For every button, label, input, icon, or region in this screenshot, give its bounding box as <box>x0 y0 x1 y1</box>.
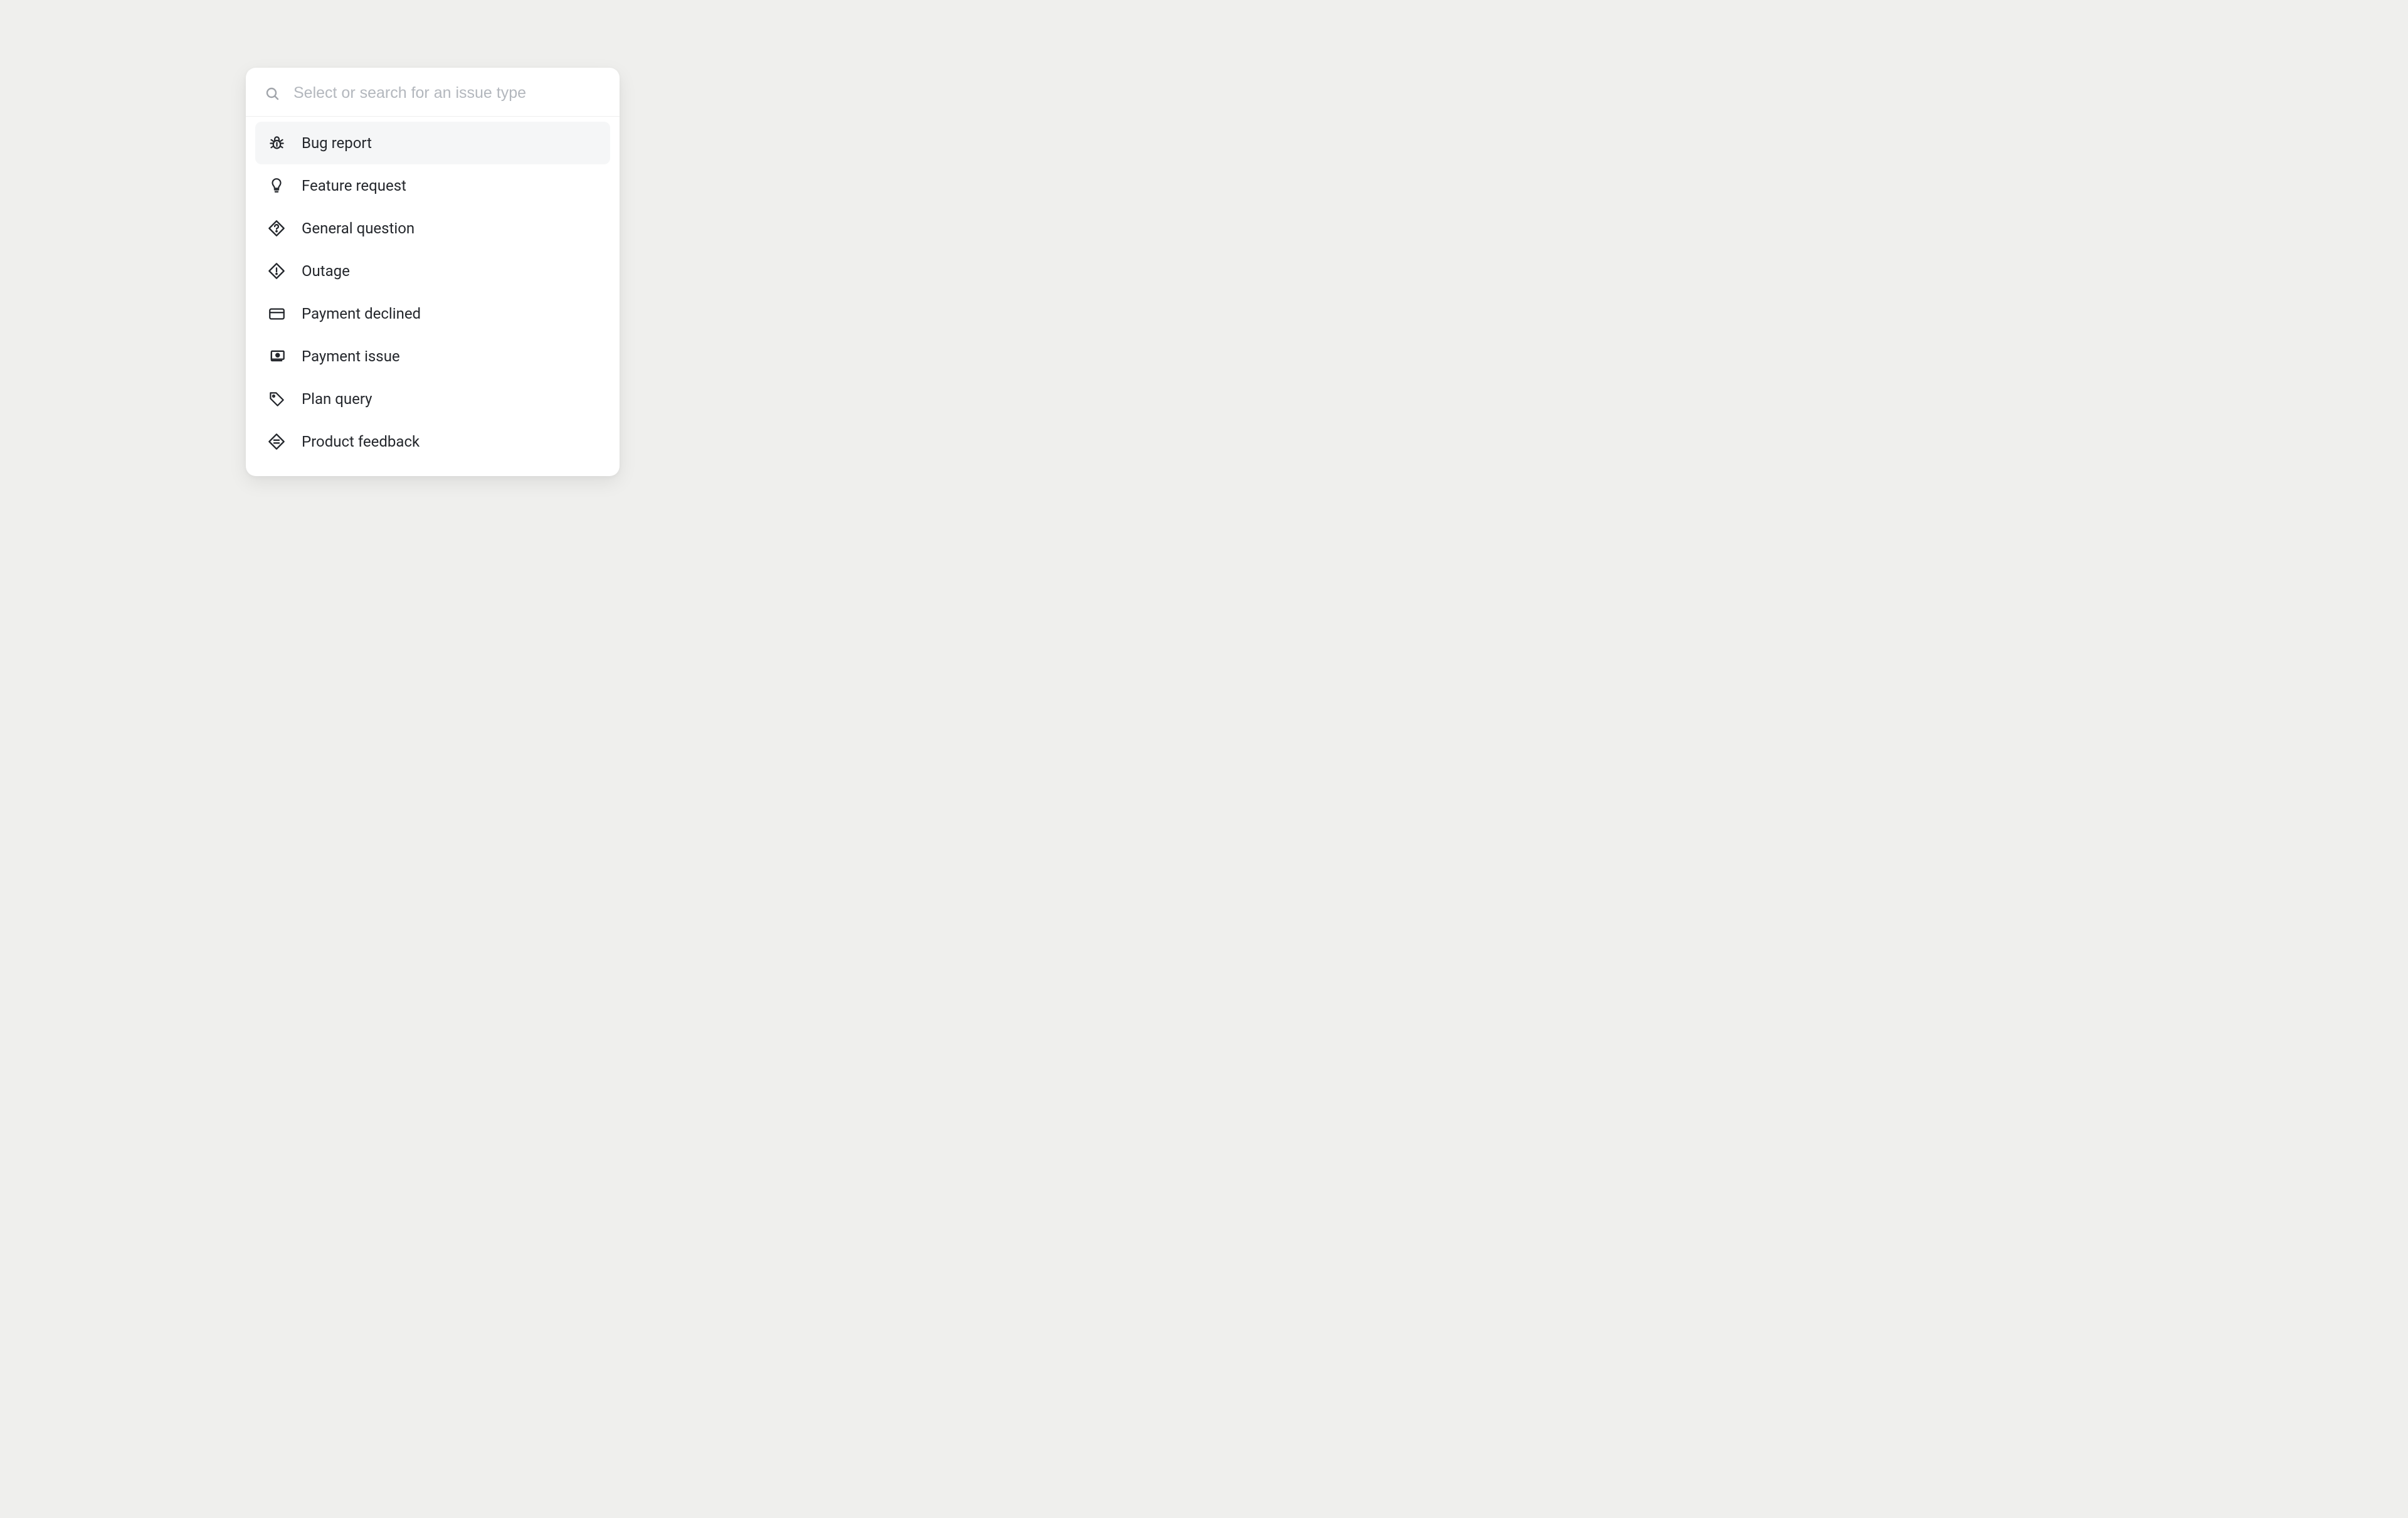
search-row <box>246 68 620 117</box>
option-label: Plan query <box>302 390 372 408</box>
option-label: Product feedback <box>302 433 420 450</box>
option-product-feedback[interactable]: Product feedback <box>255 420 610 463</box>
credit-card-icon <box>268 305 285 322</box>
option-outage[interactable]: Outage <box>255 250 610 292</box>
search-input[interactable] <box>293 84 602 102</box>
option-label: Feature request <box>302 177 406 194</box>
feedback-diamond-icon <box>268 433 285 450</box>
option-payment-issue[interactable]: Payment issue <box>255 335 610 378</box>
tag-icon <box>268 390 285 408</box>
option-feature-request[interactable]: Feature request <box>255 164 610 207</box>
option-label: Bug report <box>302 134 372 152</box>
option-payment-declined[interactable]: Payment declined <box>255 292 610 335</box>
options-list: Bug report Feature request General q <box>246 117 620 463</box>
bug-icon <box>268 134 285 152</box>
alert-diamond-icon <box>268 262 285 280</box>
issue-type-dropdown: Bug report Feature request General q <box>246 68 620 476</box>
option-label: Payment declined <box>302 305 421 322</box>
search-icon <box>265 86 280 101</box>
option-general-question[interactable]: General question <box>255 207 610 250</box>
option-label: Outage <box>302 262 350 280</box>
cash-icon <box>268 348 285 365</box>
lightbulb-icon <box>268 177 285 194</box>
option-label: Payment issue <box>302 348 400 365</box>
question-diamond-icon <box>268 220 285 237</box>
option-plan-query[interactable]: Plan query <box>255 378 610 420</box>
option-label: General question <box>302 220 415 237</box>
option-bug-report[interactable]: Bug report <box>255 122 610 164</box>
